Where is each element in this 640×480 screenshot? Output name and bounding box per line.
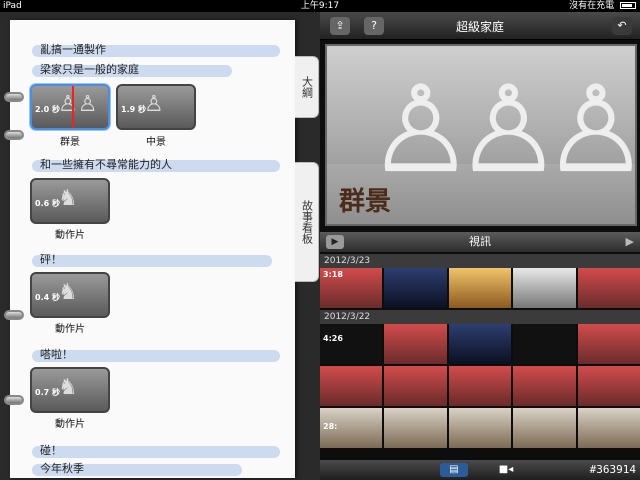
battery-icon xyxy=(620,2,636,9)
binder-ring xyxy=(4,395,24,405)
video-thumb[interactable] xyxy=(577,324,640,364)
notebook-paper: 亂搞一通製作 梁家只是一般的家庭 2.0 秒 ♙♙ 群景 1.9 秒 ♙ 中景 … xyxy=(4,20,295,478)
video-thumb[interactable] xyxy=(513,408,576,448)
video-tab-title: 視訊 xyxy=(469,235,491,248)
clip-label: 動作片 xyxy=(55,419,85,430)
thumb-row: 4:26 xyxy=(320,324,640,364)
video-thumb[interactable] xyxy=(448,324,512,364)
video-thumb[interactable] xyxy=(513,366,576,406)
charging-status: 沒有在充電 xyxy=(569,1,615,11)
thumb-row xyxy=(320,366,640,406)
thumb-row: 3:18 xyxy=(320,268,640,308)
video-thumb[interactable] xyxy=(384,324,447,364)
watermark: #363914 xyxy=(589,463,636,476)
clip-label: 群景 xyxy=(60,137,80,148)
story-notebook: 亂搞一通製作 梁家只是一般的家庭 2.0 秒 ♙♙ 群景 1.9 秒 ♙ 中景 … xyxy=(0,12,320,480)
crowd-silhouette-icon: ♙♙♙♙♙ xyxy=(367,61,635,200)
section-title: 亂搞一通製作 xyxy=(40,43,106,56)
clip-card[interactable]: 0.6 秒 ♞ xyxy=(30,178,110,224)
video-thumb[interactable]: 4:26 xyxy=(320,324,383,364)
highlight xyxy=(32,255,272,267)
clip-duration: 0.4 秒 xyxy=(35,293,60,302)
status-time: 上午9:17 xyxy=(300,1,340,11)
video-thumb[interactable] xyxy=(384,408,447,448)
clip-label: 動作片 xyxy=(55,324,85,335)
tab-storyboard[interactable]: 故事看板 xyxy=(295,162,319,282)
forward-icon[interactable]: ▶ xyxy=(626,235,634,248)
runner-icon: ♞ xyxy=(58,186,78,211)
preview-label: 群景 xyxy=(339,187,392,217)
section-title: 和一些擁有不尋常能力的人 xyxy=(40,158,172,171)
thumb-row: 28: xyxy=(320,408,640,448)
video-thumb[interactable] xyxy=(448,408,512,448)
section-title: 嗒啦！ xyxy=(40,348,73,361)
thumb-duration: 4:26 xyxy=(323,334,343,343)
undo-icon[interactable]: ↶ xyxy=(612,17,632,35)
film-strip-icon[interactable]: ▤ xyxy=(440,463,468,477)
clip-duration: 0.6 秒 xyxy=(35,199,60,208)
video-thumb[interactable]: 3:18 xyxy=(320,268,383,308)
playhead[interactable] xyxy=(72,86,74,128)
video-thumb[interactable] xyxy=(448,366,512,406)
crowd-icon: ♙♙ xyxy=(58,92,98,117)
preview-canvas[interactable]: ♙♙♙♙♙ 群景 xyxy=(325,44,637,226)
binder-ring xyxy=(4,310,24,320)
battery-status: 沒有在充電 xyxy=(569,0,636,12)
clip-duration: 2.0 秒 xyxy=(35,105,60,114)
clip-card[interactable]: 0.7 秒 ♞ xyxy=(30,367,110,413)
section-title: 梁家只是一般的家庭 xyxy=(40,63,139,76)
highlight xyxy=(32,446,280,458)
viewer-pane: ⇪ ? 超級家庭 ↶ ♙♙♙♙♙ 群景 ▶ 視訊 ▶ 2012/3/23 3:1… xyxy=(320,12,640,480)
clip-card[interactable]: 1.9 秒 ♙ xyxy=(116,84,196,130)
date-header: 2012/3/22 xyxy=(320,310,640,324)
runner-icon: ♞ xyxy=(58,375,78,400)
binder-ring xyxy=(4,92,24,102)
clip-duration: 1.9 秒 xyxy=(121,105,146,114)
video-thumb[interactable] xyxy=(513,324,576,364)
clip-card[interactable]: 0.4 秒 ♞ xyxy=(30,272,110,318)
clip-label: 中景 xyxy=(146,137,166,148)
runner-icon: ♞ xyxy=(58,280,78,305)
video-camera-icon[interactable]: ■◂ xyxy=(492,463,520,477)
video-thumb[interactable] xyxy=(577,408,640,448)
person-icon: ♙ xyxy=(144,92,164,117)
section-title: 碰！ xyxy=(40,444,62,457)
video-thumb[interactable] xyxy=(384,366,447,406)
video-thumb[interactable] xyxy=(577,366,640,406)
date-header: 2012/3/23 xyxy=(320,254,640,268)
video-thumb[interactable] xyxy=(448,268,512,308)
video-thumb[interactable] xyxy=(320,366,383,406)
video-thumb[interactable] xyxy=(513,268,576,308)
video-thumb[interactable] xyxy=(577,268,640,308)
clip-card[interactable]: 2.0 秒 ♙♙ xyxy=(30,84,110,130)
tab-outline[interactable]: 大綱 xyxy=(295,56,319,118)
binder-ring xyxy=(4,130,24,140)
viewer-toolbar: ⇪ ? 超級家庭 ↶ xyxy=(320,12,640,40)
video-bar: ▶ 視訊 ▶ xyxy=(320,232,640,252)
clip-label: 動作片 xyxy=(55,230,85,241)
section-title: 砰！ xyxy=(40,253,62,266)
video-thumb[interactable] xyxy=(384,268,447,308)
clip-duration: 0.7 秒 xyxy=(35,388,60,397)
thumb-duration: 28: xyxy=(323,422,338,431)
thumb-duration: 3:18 xyxy=(323,270,343,279)
video-thumb[interactable]: 28: xyxy=(320,408,383,448)
section-title: 今年秋季 xyxy=(40,462,84,475)
status-bar: iPad 上午9:17 沒有在充電 xyxy=(0,0,640,12)
project-title: 超級家庭 xyxy=(455,20,504,34)
